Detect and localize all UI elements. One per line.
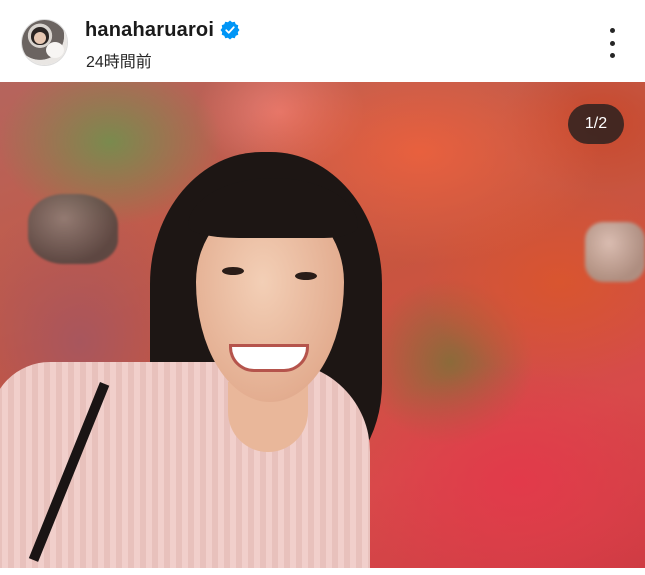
username-link[interactable]: hanaharuaroi [85,19,214,42]
smile [232,347,306,369]
sweater [0,362,370,568]
more-options-icon[interactable] [600,28,624,58]
right-eye [295,272,317,280]
post-timestamp: 24時間前 [86,54,152,71]
post-image[interactable]: 1/2 [0,82,645,568]
avatar[interactable] [22,20,67,65]
verified-badge-icon [220,20,240,40]
background-rock [28,194,118,264]
post-header: hanaharuaroi 24時間前 [0,0,645,82]
left-eye [222,267,244,275]
username-row: hanaharuaroi [85,16,240,44]
image-counter: 1/2 [568,104,624,144]
background-stone [585,222,645,282]
